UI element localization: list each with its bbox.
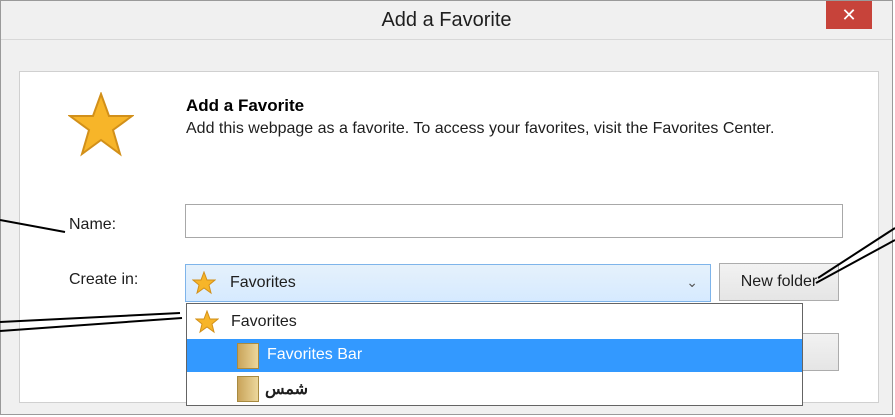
name-label: Name: [69, 216, 117, 233]
dialog-heading: Add a Favorite [186, 96, 305, 115]
name-input[interactable] [185, 204, 843, 238]
new-folder-button[interactable]: New folder [719, 263, 839, 301]
folder-icon [237, 376, 259, 402]
close-icon: ✕ [841, 5, 857, 25]
create-in-select[interactable]: Favorites ⌄ [185, 264, 711, 302]
dialog-title: Add a Favorite [381, 9, 512, 31]
close-button[interactable]: ✕ [826, 1, 872, 29]
add-favorite-dialog: Add a Favorite ✕ Add a Favorite Add this… [0, 0, 893, 415]
title-bar: Add a Favorite ✕ [1, 1, 892, 40]
favorite-star-icon [68, 92, 134, 157]
list-item-label: Favorites Bar [267, 346, 363, 363]
chevron-down-icon[interactable]: ⌄ [686, 274, 698, 291]
list-item[interactable]: شمس [187, 372, 802, 405]
create-in-dropdown-list: Favorites Favorites Bar شمس [186, 303, 803, 406]
star-icon [192, 271, 216, 295]
list-item-label: شمس [265, 381, 309, 398]
list-item[interactable]: Favorites Bar [187, 339, 802, 372]
list-item[interactable]: Favorites [187, 306, 802, 339]
star-icon [195, 310, 219, 334]
create-in-label: Create in: [69, 271, 139, 288]
folder-icon [237, 343, 259, 369]
create-in-value: Favorites [230, 274, 296, 291]
dialog-description: Add this webpage as a favorite. To acces… [186, 120, 775, 137]
list-item-label: Favorites [231, 313, 297, 330]
